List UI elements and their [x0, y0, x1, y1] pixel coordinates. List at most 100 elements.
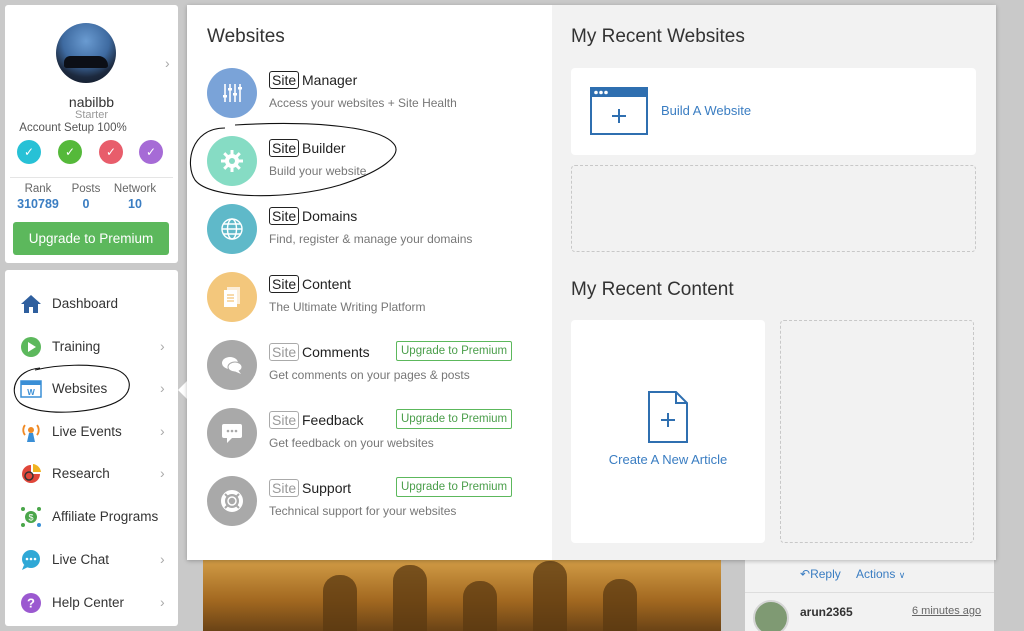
sidebar-item-label: Live Events — [52, 424, 122, 439]
home-icon — [21, 295, 41, 313]
sidebar-item-label: Dashboard — [52, 296, 119, 311]
upgrade-to-premium-tag[interactable]: Upgrade to Premium — [396, 477, 513, 497]
dollar-network-icon: $ — [21, 507, 41, 527]
sidebar-item-training[interactable]: Training › — [5, 328, 178, 366]
menu-item-site-content[interactable]: Site Content The Ultimate Writing Platfo… — [207, 272, 527, 328]
site-badge: Site — [269, 411, 300, 429]
sliders-icon — [223, 84, 242, 102]
svg-text:?: ? — [27, 596, 35, 611]
stat-value: 10 — [128, 197, 142, 211]
menu-item-title: Comments — [302, 344, 370, 360]
research-icon — [22, 464, 41, 483]
avatar[interactable] — [56, 23, 116, 83]
broadcast-icon — [22, 424, 40, 442]
setup-step-check-icon[interactable]: ✓ — [58, 140, 82, 164]
play-icon — [21, 337, 41, 357]
upgrade-to-premium-tag[interactable]: Upgrade to Premium — [396, 409, 513, 429]
menu-item-site-support[interactable]: Site Support Upgrade to Premium Technica… — [207, 476, 527, 532]
menu-item-title: Builder — [302, 140, 346, 156]
menu-item-description: Access your websites + Site Health — [269, 96, 457, 110]
menu-icon-circle — [207, 476, 257, 526]
setup-step-check-icon[interactable]: ✓ — [17, 140, 41, 164]
sidebar-item-research[interactable]: Research › — [5, 455, 178, 493]
websites-dropdown-panel: Websites Site Manager Access your websit… — [187, 5, 996, 560]
image-figure — [533, 561, 567, 631]
menu-item-title: Support — [302, 480, 352, 496]
stat-label: Posts — [71, 183, 101, 195]
sidebar-item-label: Research — [52, 466, 110, 481]
svg-text:$: $ — [28, 513, 33, 523]
stat-value: 310789 — [17, 197, 59, 211]
username[interactable]: nabilbb — [5, 94, 178, 110]
stat-label: Rank — [24, 183, 52, 195]
stat-posts[interactable]: Posts 0 — [65, 183, 107, 211]
stat-rank[interactable]: Rank 310789 — [13, 183, 63, 211]
menu-item-site-feedback[interactable]: Site Feedback Upgrade to Premium Get fee… — [207, 408, 527, 464]
document-icon — [224, 287, 240, 307]
actions-label: Actions — [856, 567, 896, 581]
profile-card: › nabilbb Starter Account Setup 100% ✓ ✓… — [5, 5, 178, 263]
chat-icon — [22, 550, 40, 570]
create-new-article-link[interactable]: Create A New Article — [571, 452, 765, 467]
sidebar-item-live-chat[interactable]: Live Chat › — [5, 541, 178, 579]
stat-network[interactable]: Network 10 — [109, 183, 161, 211]
sidebar-item-label: Training — [52, 339, 101, 354]
menu-item-site-comments[interactable]: Site Comments Upgrade to Premium Get com… — [207, 340, 527, 396]
chevron-right-icon: › — [160, 465, 165, 481]
comment-timestamp[interactable]: 6 minutes ago — [912, 605, 981, 617]
sidebar-item-dashboard[interactable]: Dashboard — [5, 285, 178, 323]
chevron-right-icon: › — [160, 551, 165, 567]
sidebar-item-websites[interactable]: W Websites › — [5, 370, 178, 408]
menu-item-title: Content — [302, 276, 352, 292]
chevron-right-icon[interactable]: › — [165, 55, 170, 71]
menu-item-site-manager[interactable]: Site Manager Access your websites + Site… — [207, 68, 527, 124]
actions-dropdown[interactable]: Actions ∨ — [856, 567, 905, 581]
globe-icon — [221, 218, 243, 240]
menu-icon-circle — [207, 136, 257, 186]
build-a-website-link[interactable]: Build A Website — [661, 103, 751, 118]
menu-item-description: Get feedback on your websites — [269, 436, 434, 450]
new-document-icon — [648, 391, 688, 443]
image-figure — [393, 565, 427, 631]
upgrade-to-premium-tag[interactable]: Upgrade to Premium — [396, 341, 513, 361]
menu-icon-circle — [207, 272, 257, 322]
create-article-card[interactable]: Create A New Article — [571, 320, 765, 543]
avatar-car-graphic — [64, 56, 108, 68]
image-figure — [603, 579, 637, 631]
menu-item-site-domains[interactable]: Site Domains Find, register & manage you… — [207, 204, 527, 260]
divider — [745, 592, 994, 593]
site-badge: Site — [269, 343, 300, 361]
commenter-name[interactable]: arun2365 — [800, 605, 853, 619]
menu-item-description: The Ultimate Writing Platform — [269, 300, 426, 314]
account-setup-progress: Account Setup 100% — [19, 122, 127, 134]
recent-content-title: My Recent Content — [571, 279, 734, 300]
divider — [10, 177, 173, 178]
menu-icon-circle — [207, 68, 257, 118]
setup-step-check-icon[interactable]: ✓ — [99, 140, 123, 164]
empty-website-slot — [571, 165, 976, 252]
chevron-right-icon: › — [160, 423, 165, 439]
question-icon: ? — [21, 593, 41, 613]
menu-item-title: Feedback — [302, 412, 364, 428]
upgrade-to-premium-button[interactable]: Upgrade to Premium — [13, 222, 169, 255]
browser-add-icon — [590, 87, 648, 135]
menu-item-description: Find, register & manage your domains — [269, 232, 473, 246]
site-badge: Site — [269, 207, 300, 225]
sidebar-item-help-center[interactable]: ? Help Center › — [5, 584, 178, 622]
menu-item-site-builder[interactable]: Site Builder Build your website — [207, 136, 527, 192]
setup-step-check-icon[interactable]: ✓ — [139, 140, 163, 164]
menu-item-title: Manager — [302, 72, 358, 88]
site-badge: Site — [269, 139, 300, 157]
commenter-avatar[interactable] — [753, 600, 789, 631]
menu-icon-circle — [207, 340, 257, 390]
chevron-down-icon: ∨ — [898, 570, 906, 580]
sidebar-item-live-events[interactable]: Live Events › — [5, 413, 178, 451]
stat-value: 0 — [82, 197, 90, 211]
build-a-website-card[interactable]: Build A Website — [571, 68, 976, 155]
sidebar-item-affiliate-programs[interactable]: $ Affiliate Programs — [5, 498, 178, 536]
membership-plan: Starter — [74, 109, 108, 121]
feedback-icon — [222, 424, 242, 443]
sidebar-item-label: Live Chat — [52, 552, 110, 567]
reply-link[interactable]: ↶Reply — [800, 567, 841, 581]
svg-text:W: W — [27, 388, 35, 397]
